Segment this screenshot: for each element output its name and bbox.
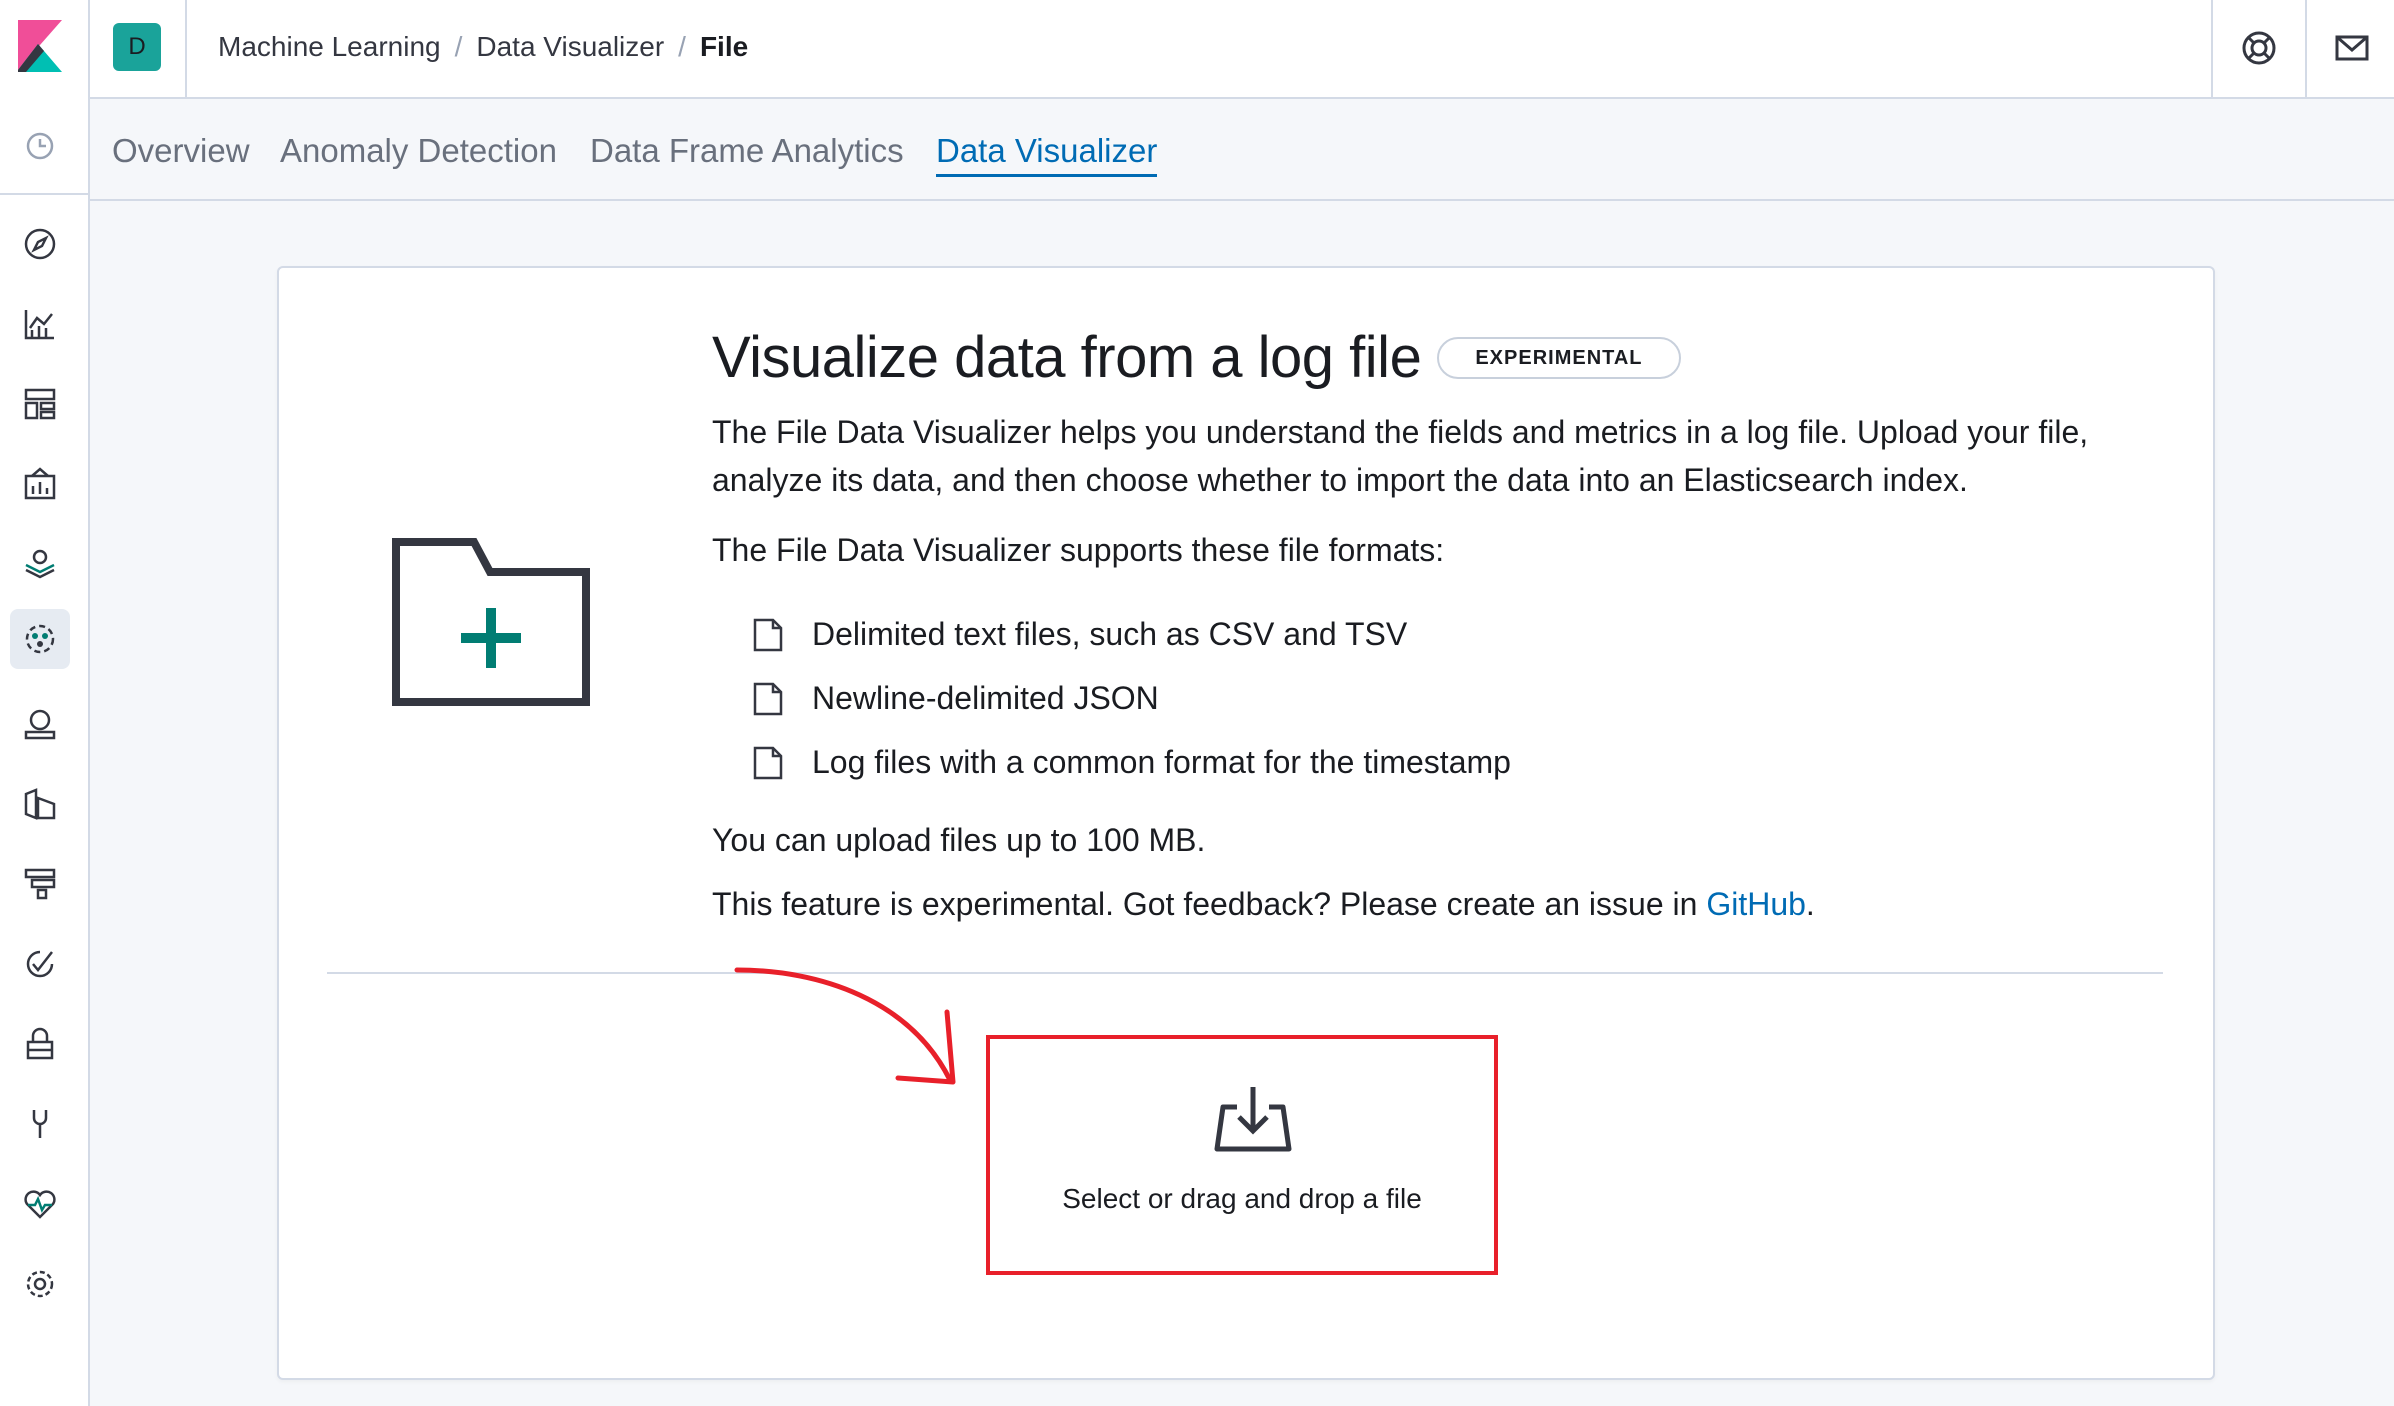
supported-formats-heading: The File Data Visualizer supports these … — [712, 532, 1445, 568]
visualize-icon[interactable] — [20, 304, 60, 344]
header-divider — [2211, 0, 2213, 97]
file-format-label: Delimited text files, such as CSV and TS… — [812, 616, 1408, 652]
top-header: D Machine Learning / Data Visualizer / File — [0, 0, 2394, 99]
side-nav — [0, 97, 90, 1406]
page-title: Visualize data from a log file — [712, 325, 1422, 390]
section-divider — [327, 972, 2163, 974]
infrastructure-icon[interactable] — [20, 704, 60, 744]
breadcrumb-data-visualizer[interactable]: Data Visualizer — [476, 31, 664, 62]
title-row: Visualize data from a log file EXPERIMENT… — [712, 318, 1681, 398]
description-text: The File Data Visualizer helps you under… — [712, 414, 2089, 498]
tab-anomaly-detection[interactable]: Anomaly Detection — [280, 129, 557, 173]
document-icon — [753, 682, 783, 716]
nav-divider — [0, 193, 88, 195]
github-link[interactable]: GitHub — [1706, 886, 1806, 922]
file-format-list: Delimited text files, such as CSV and TS… — [752, 602, 1952, 794]
logs-icon[interactable] — [20, 784, 60, 824]
document-icon — [753, 746, 783, 780]
header-divider — [185, 0, 187, 97]
feedback-suffix: . — [1805, 886, 1815, 922]
canvas-icon[interactable] — [20, 464, 60, 504]
feedback-text: This feature is experimental. Got feedba… — [712, 880, 2172, 928]
space-avatar[interactable]: D — [113, 23, 161, 71]
feedback-prefix: This feature is experimental. Got feedba… — [712, 886, 1707, 922]
siem-icon[interactable] — [20, 1024, 60, 1064]
breadcrumb-separator: / — [678, 31, 686, 62]
file-format-label: Log files with a common format for the t… — [812, 744, 1511, 780]
list-item: Newline-delimited JSON — [752, 666, 1952, 730]
dashboard-icon[interactable] — [20, 384, 60, 424]
sidebar-item-machine-learning[interactable] — [10, 609, 70, 669]
uptime-icon[interactable] — [20, 944, 60, 984]
maps-icon[interactable] — [20, 544, 60, 584]
upload-limit-text: You can upload files up to 100 MB. — [712, 822, 1206, 858]
compass-icon[interactable] — [20, 224, 60, 264]
experimental-badge: EXPERIMENTAL — [1437, 337, 1681, 379]
tab-overview[interactable]: Overview — [112, 129, 250, 173]
breadcrumb-file: File — [699, 31, 749, 62]
tab-data-visualizer[interactable]: Data Visualizer — [936, 129, 1158, 177]
list-item: Log files with a common format for the t… — [752, 730, 1952, 794]
help-icon[interactable] — [2239, 28, 2279, 68]
dropzone-label: Select or drag and drop a file — [1062, 1183, 1422, 1214]
kibana-logo-icon[interactable] — [18, 20, 62, 72]
file-upload-panel: Visualize data from a log file EXPERIMENT… — [277, 266, 2215, 1380]
monitoring-icon[interactable] — [20, 1184, 60, 1224]
apm-icon[interactable] — [20, 864, 60, 904]
document-icon — [753, 618, 783, 652]
header-divider — [2305, 0, 2307, 97]
breadcrumb: Machine Learning / Data Visualizer / File — [218, 27, 748, 67]
breadcrumb-separator: / — [454, 31, 463, 62]
list-item: Delimited text files, such as CSV and TS… — [752, 602, 1952, 666]
folder-add-icon — [392, 538, 590, 706]
gear-icon[interactable] — [20, 1264, 60, 1304]
file-format-label: Newline-delimited JSON — [812, 680, 1159, 716]
download-tray-icon — [1214, 1087, 1292, 1152]
ml-tabs: Overview Anomaly Detection Data Frame An… — [90, 99, 2394, 201]
clock-icon[interactable] — [20, 126, 60, 166]
newsfeed-icon[interactable] — [2332, 28, 2372, 68]
breadcrumb-machine-learning[interactable]: Machine Learning — [218, 31, 441, 62]
file-picker-dropzone[interactable]: Select or drag and drop a file — [986, 1035, 1498, 1275]
ml-icon — [25, 624, 55, 654]
header-divider — [88, 0, 90, 97]
tab-data-frame-analytics[interactable]: Data Frame Analytics — [590, 129, 904, 173]
devtools-icon[interactable] — [20, 1104, 60, 1144]
